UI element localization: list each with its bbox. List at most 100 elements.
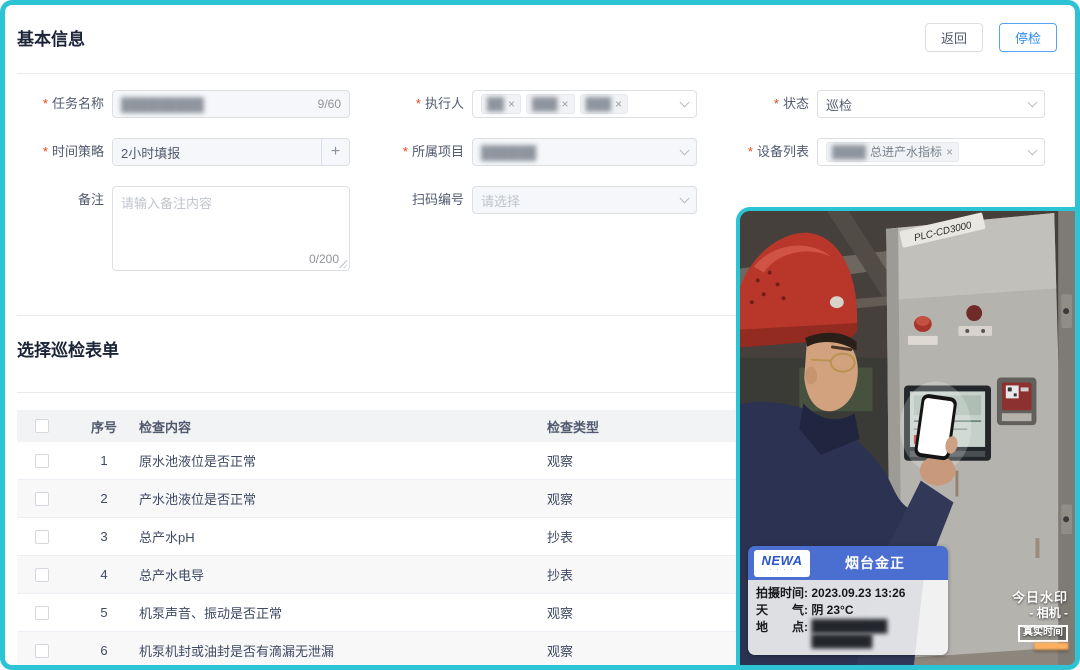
time-strategy-label: 时间策略 [15, 138, 112, 166]
stop-inspection-button[interactable]: 停检 [999, 23, 1057, 52]
remove-tag-icon[interactable]: × [508, 94, 515, 114]
side-watermark-line1: 今日水印 [1012, 590, 1068, 606]
executor-tag: ███ × [580, 94, 629, 114]
row-no: 5 [69, 605, 139, 620]
page-title: 基本信息 [17, 25, 85, 50]
col-header-content: 检查内容 [139, 417, 547, 436]
project-label: 所属项目 [380, 138, 472, 166]
project-value: ██████ [481, 145, 536, 160]
status-select[interactable]: 巡检 [817, 90, 1045, 118]
status-label: 状态 [720, 90, 817, 118]
watermark-body: 拍摄时间: 2023.09.23 13:26 天 气: 阴 23°C 地 点: … [748, 580, 948, 655]
anti-fake-code: █████████ [1012, 644, 1068, 652]
field-device-list: 设备列表 ████ 总进产水指标 × [720, 138, 1045, 166]
shoot-time-value: 2023.09.23 13:26 [811, 585, 905, 602]
project-select[interactable]: ██████ [472, 138, 697, 166]
scan-code-placeholder: 请选择 [481, 191, 520, 210]
newa-logo-tagline: · · · · [770, 568, 795, 573]
side-watermark-line2: - 相机 - [1012, 606, 1068, 621]
remark-placeholder: 请输入备注内容 [121, 193, 212, 212]
main-panel: 基本信息 返回 停检 任务名称 █████████ 9/60 执行人 ██ × [0, 0, 1080, 670]
executor-label: 执行人 [380, 90, 472, 118]
weather-label: 天 气: [756, 602, 808, 619]
newa-logo-text: NEWA [762, 554, 803, 567]
executor-select[interactable]: ██ × ███ × ███ × [472, 90, 697, 118]
row-no: 4 [69, 567, 139, 582]
device-list-label: 设备列表 [720, 138, 817, 166]
scan-code-select[interactable]: 请选择 [472, 186, 697, 214]
row-no: 2 [69, 491, 139, 506]
row-checkbox[interactable] [35, 454, 49, 468]
executor-tag: ███ × [526, 94, 575, 114]
field-project: 所属项目 ██████ [380, 138, 697, 166]
shoot-time-label: 拍摄时间: [756, 585, 808, 602]
executor-tag-name: ███ [532, 94, 558, 114]
field-scan-code: 扫码编号 请选择 [380, 186, 697, 214]
task-name-counter: 9/60 [318, 97, 341, 111]
select-all-checkbox[interactable] [35, 419, 49, 433]
row-no: 1 [69, 453, 139, 468]
device-tag-masked: ████ [832, 142, 866, 162]
task-name-input[interactable]: █████████ 9/60 [112, 90, 350, 118]
inspection-photo: PLC-CD3000 [736, 207, 1075, 665]
row-checkbox[interactable] [35, 492, 49, 506]
remark-textarea[interactable]: 请输入备注内容 0/200 [112, 186, 350, 271]
task-name-label: 任务名称 [15, 90, 112, 118]
device-list-select[interactable]: ████ 总进产水指标 × [817, 138, 1045, 166]
row-no: 3 [69, 529, 139, 544]
chevron-down-icon [1028, 97, 1038, 107]
row-content: 产水池液位是否正常 [139, 489, 547, 508]
back-button[interactable]: 返回 [925, 23, 983, 52]
field-executor: 执行人 ██ × ███ × ███ × [380, 90, 697, 118]
task-name-value: █████████ [121, 97, 204, 112]
camera-app-watermark: 今日水印 - 相机 - 真实时间 █████████ [1012, 590, 1068, 651]
row-content: 总产水电导 [139, 565, 547, 584]
row-content: 原水池液位是否正常 [139, 451, 547, 470]
time-strategy-value[interactable]: 2小时填报 [113, 139, 321, 165]
executor-tag: ██ × [481, 94, 521, 114]
watermark-card: NEWA · · · · 烟台金正 拍摄时间: 2023.09.23 13:26… [748, 546, 948, 655]
chevron-down-icon [680, 97, 690, 107]
scan-code-label: 扫码编号 [380, 186, 472, 214]
status-value: 巡检 [826, 95, 852, 114]
device-tag-text: 总进产水指标 [870, 142, 942, 162]
resize-handle[interactable] [338, 259, 347, 268]
field-time-strategy: 时间策略 2小时填报 + [15, 138, 350, 166]
time-strategy-input-group: 2小时填报 + [112, 138, 350, 166]
field-task-name: 任务名称 █████████ 9/60 [15, 90, 350, 118]
executor-tag-name: ███ [586, 94, 612, 114]
chevron-down-icon [680, 145, 690, 155]
field-status: 状态 巡检 [720, 90, 1045, 118]
weather-value: 阴 23°C [811, 602, 853, 619]
row-checkbox[interactable] [35, 644, 49, 658]
row-no: 6 [69, 643, 139, 658]
row-content: 机泵机封或油封是否有滴漏无泄漏 [139, 641, 547, 660]
remove-tag-icon[interactable]: × [615, 94, 622, 114]
row-checkbox[interactable] [35, 568, 49, 582]
executor-tag-name: ██ [487, 94, 504, 114]
col-header-no: 序号 [69, 417, 139, 436]
field-remark: 备注 请输入备注内容 0/200 [15, 186, 350, 271]
real-time-badge: 真实时间 [1018, 625, 1068, 642]
location-masked-line: ████████ [811, 634, 886, 649]
chevron-down-icon [1028, 145, 1038, 155]
row-content: 机泵声音、振动是否正常 [139, 603, 547, 622]
remove-tag-icon[interactable]: × [946, 142, 953, 162]
newa-logo: NEWA · · · · [754, 550, 810, 577]
device-tag: ████ 总进产水指标 × [826, 142, 959, 162]
remove-tag-icon[interactable]: × [562, 94, 569, 114]
table-section-title: 选择巡检表单 [17, 336, 119, 361]
row-checkbox[interactable] [35, 530, 49, 544]
add-strategy-button[interactable]: + [321, 139, 349, 165]
location-label: 地 点: [756, 619, 808, 649]
row-content: 总产水pH [139, 527, 547, 546]
location-value: ██████████████████ [811, 619, 886, 649]
watermark-company: 烟台金正 [810, 553, 940, 573]
panel-header: 基本信息 返回 停检 [17, 23, 1057, 52]
row-checkbox[interactable] [35, 606, 49, 620]
plus-icon: + [331, 143, 340, 161]
remark-label: 备注 [15, 186, 112, 214]
remark-counter: 0/200 [309, 252, 339, 266]
watermark-header: NEWA · · · · 烟台金正 [748, 546, 948, 580]
screenshot-stage: 基本信息 返回 停检 任务名称 █████████ 9/60 执行人 ██ × [0, 0, 1080, 670]
